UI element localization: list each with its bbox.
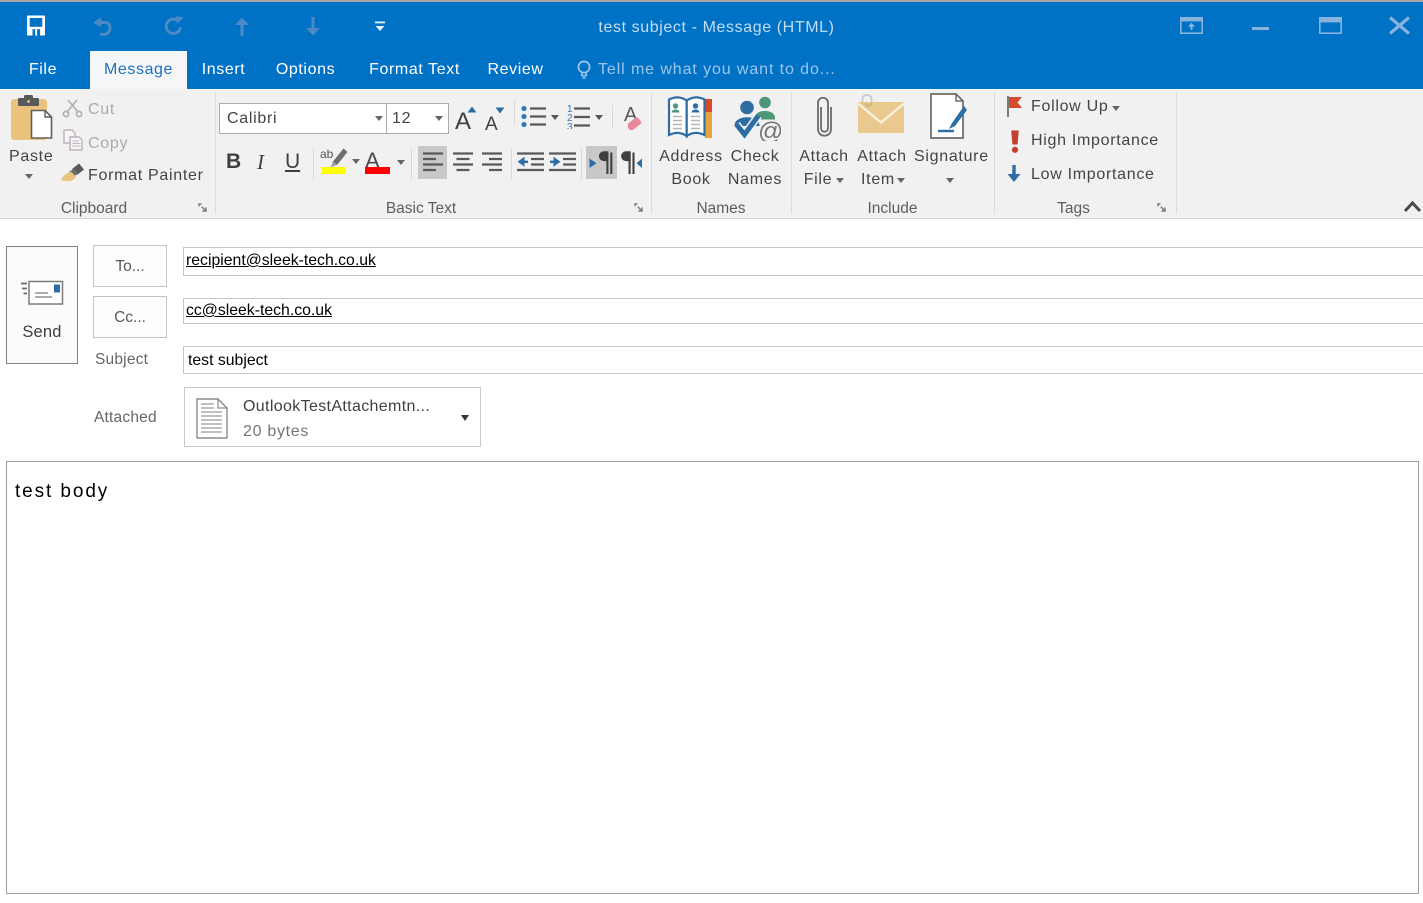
svg-text:@: @ (758, 118, 781, 142)
svg-text:3: 3 (567, 122, 573, 129)
svg-text:ab: ab (320, 147, 334, 161)
